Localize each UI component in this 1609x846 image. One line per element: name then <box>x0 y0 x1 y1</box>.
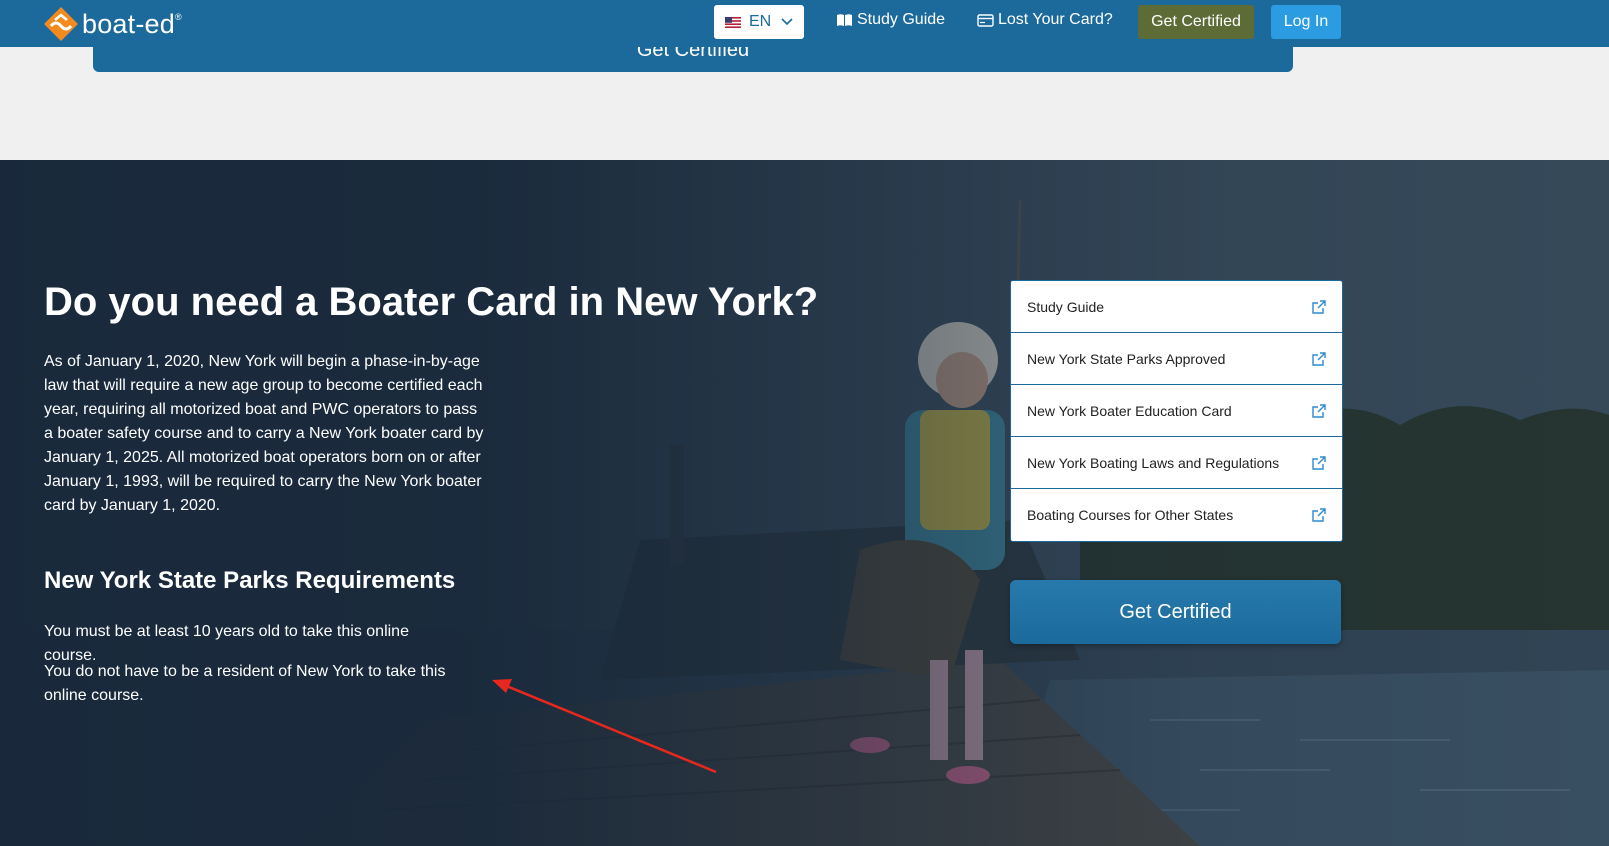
requirement-residency: You do not have to be a resident of New … <box>44 663 446 704</box>
link-study-guide[interactable]: Study Guide <box>1011 281 1342 333</box>
brand-logo[interactable]: boat-ed ® <box>44 6 182 42</box>
link-other-states[interactable]: Boating Courses for Other States <box>1011 489 1342 541</box>
link-boating-laws[interactable]: New York Boating Laws and Regulations <box>1011 437 1342 489</box>
external-link-icon <box>1312 455 1326 470</box>
card-icon <box>977 13 994 27</box>
brand-registered-mark: ® <box>174 12 182 22</box>
link-label: New York Boating Laws and Regulations <box>1027 454 1280 471</box>
login-button[interactable]: Log In <box>1271 5 1341 39</box>
language-label: EN <box>749 13 772 30</box>
resource-links-panel: Study Guide New York State Parks Approve… <box>1010 280 1343 542</box>
nav-lost-card-label: Lost Your Card? <box>998 11 1113 28</box>
chevron-down-icon <box>781 18 793 26</box>
link-label: Study Guide <box>1027 298 1105 315</box>
language-selector[interactable]: EN <box>714 5 804 39</box>
book-icon <box>837 14 852 26</box>
external-link-icon <box>1312 508 1326 522</box>
us-flag-icon <box>725 16 741 28</box>
intro-paragraph: As of January 1, 2020, New York will beg… <box>44 353 484 514</box>
link-label: Boating Courses for Other States <box>1027 507 1234 523</box>
nav-get-certified-button[interactable]: Get Certified <box>1138 5 1254 39</box>
hero-section: Do you need a Boater Card in New York? A… <box>0 160 1609 846</box>
link-label: New York State Parks Approved <box>1027 350 1226 367</box>
nav-study-guide-link[interactable]: Study Guide <box>836 11 945 29</box>
nav-lost-card-link[interactable]: Lost Your Card? <box>977 11 1113 29</box>
brand-name: boat-ed <box>82 8 175 39</box>
get-certified-button[interactable]: Get Certified <box>1010 580 1341 644</box>
top-nav-bar: boat-ed ® EN Study Guide Lost Your Card?… <box>0 0 1609 47</box>
link-label: New York Boater Education Card <box>1027 402 1232 419</box>
external-link-icon <box>1312 351 1326 366</box>
requirements-title: New York State Parks Requirements <box>44 567 456 594</box>
boat-ed-logo-icon <box>44 7 78 41</box>
link-state-parks-approved[interactable]: New York State Parks Approved <box>1011 333 1342 385</box>
external-link-icon <box>1312 403 1326 418</box>
nav-study-guide-label: Study Guide <box>857 11 946 28</box>
link-boater-education-card[interactable]: New York Boater Education Card <box>1011 385 1342 437</box>
page-title: Do you need a Boater Card in New York? <box>44 280 819 324</box>
external-link-icon <box>1312 299 1326 314</box>
